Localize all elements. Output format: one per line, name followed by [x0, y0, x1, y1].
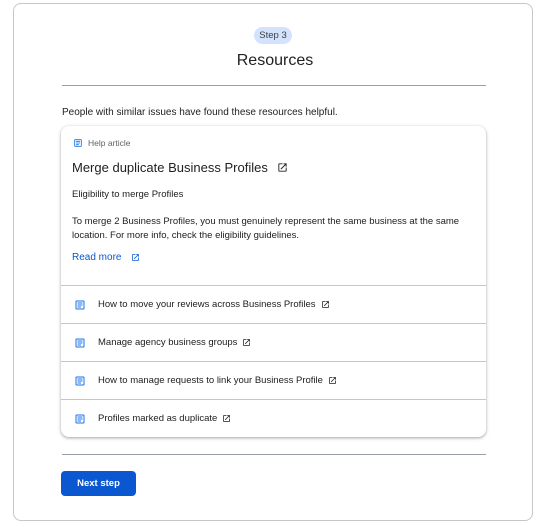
- resource-item-label[interactable]: How to manage requests to link your Busi…: [98, 375, 323, 386]
- open-in-new-icon[interactable]: [131, 253, 140, 262]
- doc-icon: [75, 300, 85, 309]
- doc-icon: [75, 376, 85, 385]
- resource-item-label[interactable]: Manage agency business groups: [98, 337, 237, 348]
- resource-item[interactable]: How to manage requests to link your Busi…: [61, 361, 486, 399]
- resources-card: Help article Merge duplicate Business Pr…: [61, 126, 486, 437]
- open-in-new-icon[interactable]: [242, 338, 251, 347]
- resource-item[interactable]: Manage agency business groups: [61, 323, 486, 361]
- featured-article-title[interactable]: Merge duplicate Business Profiles: [72, 160, 288, 175]
- featured-article-title-text[interactable]: Merge duplicate Business Profiles: [72, 160, 268, 175]
- featured-subtitle: Eligibility to merge Profiles: [72, 189, 184, 200]
- featured-description: To merge 2 Business Profiles, you must g…: [72, 216, 460, 241]
- open-in-new-icon[interactable]: [321, 300, 330, 309]
- doc-icon: [75, 338, 85, 347]
- intro-text: People with similar issues have found th…: [62, 107, 338, 118]
- step-badge: Step 3: [254, 27, 292, 44]
- resource-item-label[interactable]: Profiles marked as duplicate: [98, 413, 217, 424]
- help-article-label: Help article: [88, 138, 131, 148]
- open-in-new-icon[interactable]: [222, 414, 231, 423]
- next-step-button[interactable]: Next step: [61, 471, 136, 496]
- top-divider: [62, 85, 486, 86]
- resource-item[interactable]: Profiles marked as duplicate: [61, 399, 486, 437]
- resource-item[interactable]: How to move your reviews across Business…: [61, 285, 486, 323]
- doc-icon: [75, 414, 85, 423]
- read-more-label[interactable]: Read more: [72, 252, 121, 263]
- bottom-divider: [62, 454, 486, 455]
- open-in-new-icon[interactable]: [328, 376, 337, 385]
- page-title: Resources: [236, 52, 314, 69]
- open-in-new-icon[interactable]: [277, 162, 288, 173]
- doc-icon: [74, 139, 82, 147]
- resource-item-label[interactable]: How to move your reviews across Business…: [98, 299, 316, 310]
- help-article-header: Help article: [73, 138, 131, 148]
- read-more-link[interactable]: Read more: [72, 252, 140, 263]
